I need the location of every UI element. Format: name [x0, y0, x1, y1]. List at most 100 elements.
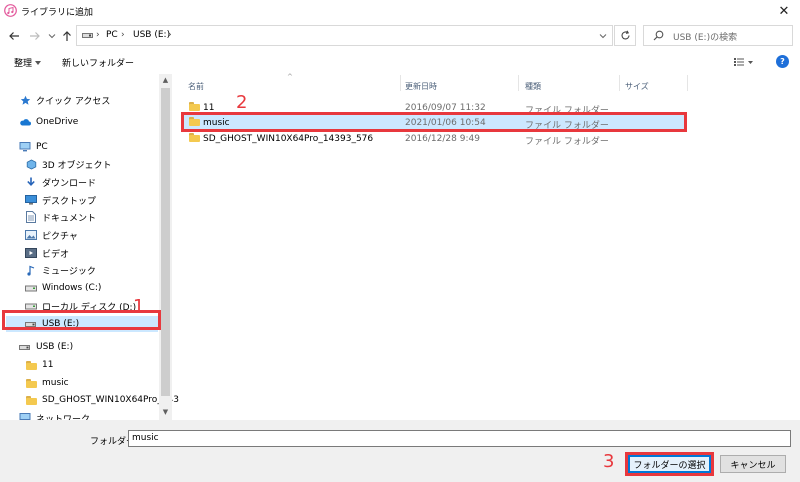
arrow-up-icon	[63, 31, 71, 41]
help-icon: ?	[780, 57, 785, 66]
video-icon	[25, 247, 37, 259]
sidebar-item-[interactable]: ビデオ	[25, 245, 69, 261]
column-header-size[interactable]: サイズ	[625, 81, 649, 92]
table-row[interactable]: SD_GHOST_WIN10X64Pro_14393_576 2016/12/2…	[183, 131, 685, 147]
up-button[interactable]	[60, 29, 74, 43]
sidebar-item-3d[interactable]: 3D オブジェクト	[25, 156, 112, 172]
sidebar-item-pc[interactable]: PC	[19, 139, 48, 155]
search-icon	[653, 30, 664, 44]
row-date: 2016/12/28 9:49	[405, 134, 480, 144]
download-icon	[25, 176, 37, 188]
sidebar-item-[interactable]: ピクチャ	[25, 227, 78, 243]
itunes-icon	[4, 4, 17, 17]
picture-icon	[25, 229, 37, 241]
cancel-button[interactable]: キャンセル	[720, 455, 786, 473]
column-header-date[interactable]: 更新日時	[405, 81, 437, 92]
row-type: ファイル フォルダー	[525, 137, 609, 147]
search-placeholder: USB (E:)の検索	[673, 33, 738, 43]
star-icon	[19, 94, 31, 106]
chevron-down-icon	[48, 34, 56, 39]
sidebar-item-label: Windows (C:)	[42, 283, 102, 293]
arrow-right-icon	[30, 32, 40, 40]
refresh-icon	[620, 30, 630, 40]
cube-icon	[25, 158, 37, 170]
recent-locations-button[interactable]	[45, 29, 59, 43]
details-view-icon	[734, 58, 753, 66]
chevron-down-icon	[599, 34, 607, 39]
sidebar-item-label: USB (E:)	[36, 342, 74, 352]
forward-button[interactable]	[28, 29, 42, 43]
address-dropdown-button[interactable]	[596, 29, 610, 43]
scrollbar-thumb[interactable]	[161, 88, 170, 396]
sidebar-item-[interactable]: ドキュメント	[25, 209, 96, 225]
refresh-button[interactable]	[614, 25, 636, 46]
sidebar-item-[interactable]: ダウンロード	[25, 174, 96, 190]
folder-icon	[25, 394, 37, 406]
sidebar-item-[interactable]: デスクトップ	[25, 192, 96, 208]
row-name: SD_GHOST_WIN10X64Pro_14393_576	[203, 134, 374, 144]
column-header-name[interactable]: 名前	[188, 81, 204, 92]
pc-icon	[19, 141, 31, 153]
sidebar-item-[interactable]: ミュージック	[25, 262, 96, 278]
column-header-type[interactable]: 種類	[525, 81, 541, 92]
usb-drive-icon	[19, 341, 31, 353]
document-icon	[25, 211, 37, 223]
sidebar-item-label: クイック アクセス	[36, 96, 111, 107]
folder-icon	[25, 359, 37, 371]
cloud-icon	[19, 116, 31, 128]
sidebar-item-music[interactable]: music	[25, 375, 69, 391]
sidebar-item-label: ピクチャ	[42, 231, 78, 242]
sidebar-item-usb-e[interactable]: USB (E:)	[19, 339, 73, 355]
window-title: ライブラリに追加	[21, 8, 94, 18]
view-options-button[interactable]	[732, 55, 756, 69]
back-button[interactable]	[7, 29, 21, 43]
organize-button[interactable]: 整理	[14, 56, 32, 69]
scroll-down-arrow-icon[interactable]: ▼	[161, 408, 170, 417]
desktop-icon	[25, 194, 37, 206]
breadcrumb-separator[interactable]: ›	[96, 30, 100, 40]
close-icon: ✕	[778, 3, 790, 19]
sort-ascending-icon: ^	[287, 73, 293, 81]
sidebar-item-label: ミュージック	[42, 266, 96, 277]
sidebar-item-sd-ghost-win10x64pro-143[interactable]: SD_GHOST_WIN10X64Pro_143	[25, 392, 179, 408]
sidebar-item-label: ビデオ	[42, 249, 70, 260]
sidebar-item-label: PC	[36, 142, 48, 152]
sidebar-item-label: 3D オブジェクト	[42, 160, 112, 171]
column-divider[interactable]	[400, 75, 401, 91]
drive-icon	[25, 282, 37, 294]
sidebar-item-label: music	[42, 378, 69, 388]
annotation-highlight-music	[181, 112, 687, 132]
sidebar-item-label: デスクトップ	[42, 196, 97, 207]
breadcrumb-usb[interactable]: USB (E:)	[133, 30, 170, 40]
sidebar-item-11[interactable]: 11	[25, 357, 53, 373]
column-divider[interactable]	[687, 75, 688, 91]
breadcrumb-separator[interactable]: ›	[121, 30, 125, 40]
folder-icon	[25, 377, 37, 389]
column-divider[interactable]	[619, 75, 620, 91]
scroll-up-arrow-icon[interactable]: ▲	[161, 76, 170, 85]
breadcrumb-pc[interactable]: PC	[106, 30, 118, 40]
annotation-highlight-select-button	[625, 452, 714, 476]
sidebar-item-onedrive[interactable]: OneDrive	[19, 114, 78, 130]
annotation-step-2: 2	[236, 92, 248, 113]
sidebar-item-[interactable]: クイック アクセス	[19, 92, 110, 108]
close-button[interactable]: ✕	[768, 0, 800, 22]
column-divider[interactable]	[518, 75, 519, 91]
sidebar-item-label: ダウンロード	[42, 178, 97, 189]
new-folder-button[interactable]: 新しいフォルダー	[62, 56, 134, 69]
caret-down-icon	[35, 58, 41, 68]
sidebar-item-label: OneDrive	[36, 117, 79, 127]
annotation-step-1: 1	[133, 296, 145, 317]
arrow-left-icon	[9, 32, 19, 40]
help-button[interactable]: ?	[776, 55, 789, 68]
sidebar-item-windows-c[interactable]: Windows (C:)	[25, 280, 101, 296]
folder-name-input[interactable]: music	[128, 430, 791, 447]
folder-icon	[189, 102, 200, 111]
folder-icon	[189, 133, 200, 142]
breadcrumb-separator[interactable]: ›	[168, 30, 172, 40]
title-bar	[0, 0, 800, 22]
annotation-step-3: 3	[603, 451, 615, 472]
sidebar-item-label: 11	[42, 360, 54, 370]
music-icon	[25, 264, 37, 276]
usb-drive-icon	[82, 31, 93, 42]
